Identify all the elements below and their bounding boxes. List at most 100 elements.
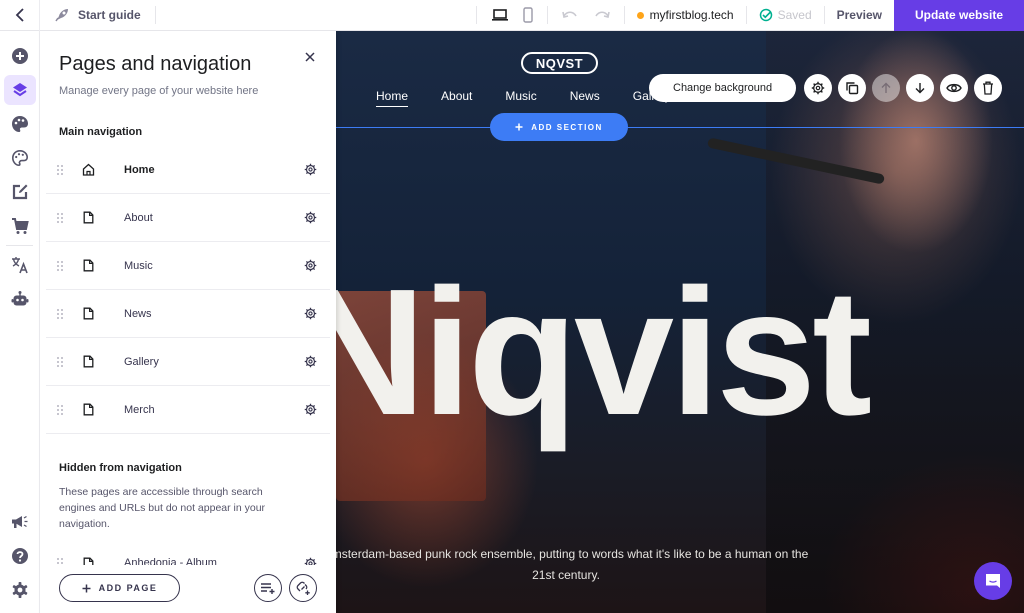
arrow-down-icon — [915, 83, 925, 94]
page-settings-gear-icon[interactable] — [290, 163, 330, 176]
add-link-button[interactable] — [289, 574, 317, 602]
page-row-merch[interactable]: Merch — [46, 386, 330, 434]
robot-icon — [11, 291, 29, 306]
drag-handle-icon[interactable] — [46, 308, 74, 320]
eye-icon — [946, 83, 962, 93]
close-icon — [305, 52, 315, 62]
page-name: News — [124, 307, 152, 320]
rail-settings[interactable] — [4, 575, 36, 605]
duplicate-section-button[interactable] — [838, 74, 867, 102]
megaphone-icon — [12, 515, 28, 528]
rail-blog[interactable] — [4, 177, 36, 207]
add-dropdown-button[interactable] — [254, 574, 282, 602]
desktop-icon[interactable] — [491, 8, 509, 22]
hide-section-button[interactable] — [940, 74, 969, 102]
help-icon — [12, 548, 28, 564]
page-row-music[interactable]: Music — [46, 242, 330, 290]
drag-handle-icon[interactable] — [46, 356, 74, 368]
rail-add-elements[interactable] — [4, 41, 36, 71]
delete-section-button[interactable] — [974, 74, 1003, 102]
list-add-icon — [261, 583, 275, 594]
preview-button[interactable]: Preview — [825, 8, 894, 22]
check-circle-icon — [759, 8, 772, 22]
device-switcher — [475, 6, 548, 24]
palette-filled-icon — [12, 116, 28, 132]
left-rail — [0, 31, 40, 613]
page-row-gallery[interactable]: Gallery — [46, 338, 330, 386]
rail-marketing[interactable] — [4, 507, 36, 537]
page-settings-gear-icon[interactable] — [290, 211, 330, 224]
add-section-button[interactable]: ADD SECTION — [490, 113, 628, 141]
rail-divider — [6, 245, 33, 246]
domain-status-dot — [636, 11, 644, 19]
page-settings-gear-icon[interactable] — [290, 403, 330, 416]
page-name: Home — [124, 163, 155, 176]
pages-navigation-panel: Pages and navigation Manage every page o… — [40, 31, 336, 613]
page-row-home[interactable]: Home — [46, 146, 330, 194]
redo-icon[interactable] — [594, 10, 610, 20]
hidden-navigation-description: These pages are accessible through searc… — [59, 486, 266, 530]
page-settings-gear-icon[interactable] — [290, 259, 330, 272]
cart-icon — [12, 218, 29, 234]
domain-link[interactable]: myfirstblog.tech — [625, 6, 747, 24]
hidden-navigation-heading: Hidden from navigation — [59, 462, 182, 474]
site-logo[interactable]: NQVST — [521, 52, 598, 74]
back-button[interactable] — [0, 0, 40, 31]
rail-templates[interactable] — [4, 143, 36, 173]
page-row-news[interactable]: News — [46, 290, 330, 338]
mobile-icon[interactable] — [522, 7, 533, 23]
page-row-about[interactable]: About — [46, 194, 330, 242]
panel-footer: ADD PAGE — [40, 565, 336, 613]
drag-handle-icon[interactable] — [46, 404, 74, 416]
hero-title[interactable]: Niqvist — [336, 263, 872, 443]
add-page-label: ADD PAGE — [98, 583, 158, 593]
edit-icon — [12, 184, 28, 200]
gear-icon — [811, 81, 825, 95]
rail-help[interactable] — [4, 541, 36, 571]
page-settings-gear-icon[interactable] — [290, 355, 330, 368]
rail-pages-navigation[interactable] — [4, 75, 36, 105]
trash-icon — [983, 81, 994, 95]
hero-description[interactable]: Amsterdam-based punk rock ensemble, putt… — [336, 544, 816, 586]
section-settings-button[interactable] — [804, 74, 833, 102]
change-background-button[interactable]: Change background — [649, 74, 797, 102]
plus-icon — [515, 123, 523, 131]
page-icon — [74, 355, 102, 368]
top-bar: Start guide myfirstblog.tech Saved Previ… — [0, 0, 1024, 31]
panel-title: Pages and navigation — [59, 53, 252, 75]
site-nav-home[interactable]: Home — [376, 89, 409, 107]
chat-support-button[interactable] — [974, 562, 1012, 600]
settings-icon — [12, 582, 28, 598]
move-section-down-button[interactable] — [906, 74, 935, 102]
move-section-up-button[interactable] — [872, 74, 901, 102]
rocket-icon — [55, 9, 68, 22]
rail-ai-tools[interactable] — [4, 284, 36, 314]
drag-handle-icon[interactable] — [46, 212, 74, 224]
domain-label: myfirstblog.tech — [649, 8, 734, 22]
add-page-button[interactable]: ADD PAGE — [59, 574, 180, 602]
chevron-left-icon — [15, 8, 24, 22]
section-toolbar: Change background — [649, 74, 1003, 102]
page-icon — [74, 307, 102, 320]
rail-store[interactable] — [4, 211, 36, 241]
save-status: Saved — [747, 6, 825, 24]
site-nav-music[interactable]: Music — [505, 89, 536, 107]
page-icon — [74, 403, 102, 416]
drag-handle-icon[interactable] — [46, 164, 74, 176]
main-navigation-heading: Main navigation — [59, 126, 143, 138]
site-nav-news[interactable]: News — [570, 89, 600, 107]
main-navigation-list: Home About Music News Gallery Merch — [46, 146, 330, 434]
page-name: Merch — [124, 403, 155, 416]
start-guide-button[interactable]: Start guide — [40, 6, 156, 24]
site-nav-about[interactable]: About — [441, 89, 472, 107]
undo-icon[interactable] — [561, 10, 578, 20]
page-settings-gear-icon[interactable] — [290, 307, 330, 320]
drag-handle-icon[interactable] — [46, 260, 74, 272]
rail-website-styles[interactable] — [4, 109, 36, 139]
add-section-label: ADD SECTION — [531, 122, 603, 132]
rail-multilingual[interactable] — [4, 250, 36, 280]
close-panel-button[interactable] — [302, 50, 318, 66]
website-canvas[interactable]: NQVST HomeAboutMusicNewsGallery ADD SECT… — [336, 31, 1024, 613]
arrow-up-icon — [881, 82, 891, 93]
update-website-button[interactable]: Update website — [894, 0, 1024, 31]
